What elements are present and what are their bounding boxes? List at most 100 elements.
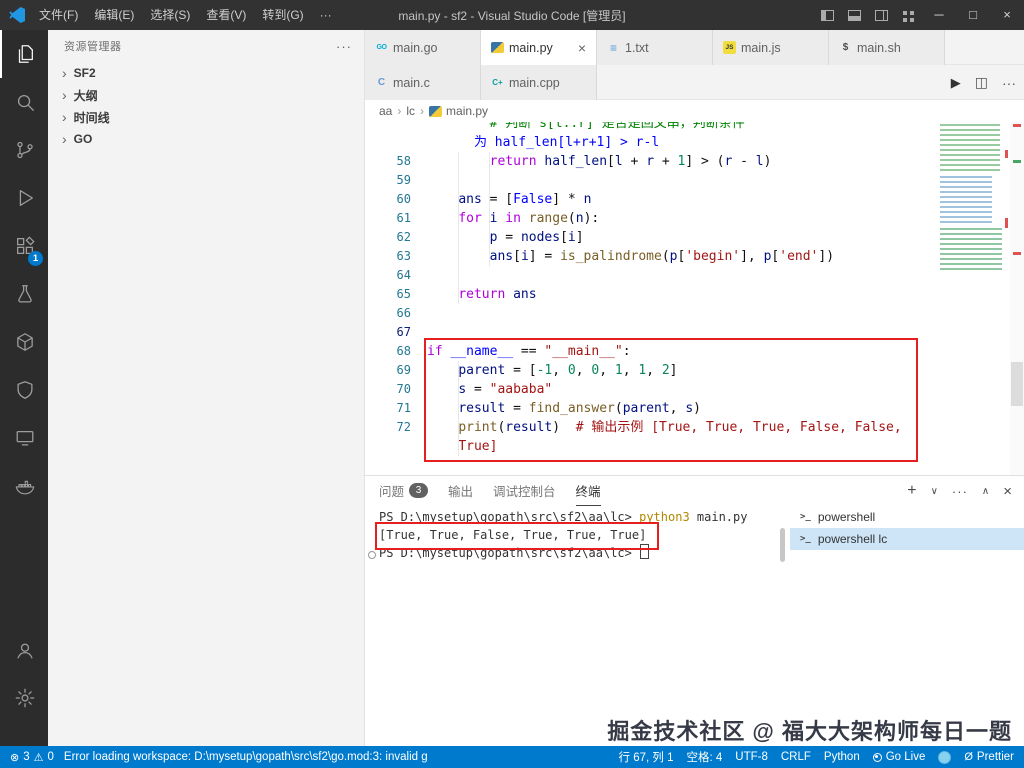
tab-main.go[interactable]: main.go: [365, 30, 481, 65]
sidebar-item-2[interactable]: › 时间线: [48, 106, 364, 128]
close-tab-icon[interactable]: ×: [578, 40, 586, 56]
breadcrumb-item-0[interactable]: aa: [379, 104, 392, 118]
remote-explorer-icon[interactable]: [0, 414, 48, 462]
sidebar-item-1[interactable]: › 大纲: [48, 84, 364, 106]
package-extension-icon[interactable]: [0, 318, 48, 366]
run-debug-icon[interactable]: [0, 174, 48, 222]
problems-status[interactable]: ⊗ 3 ⚠ 0: [10, 751, 54, 764]
maximize-panel-icon[interactable]: ∧: [982, 486, 989, 497]
menu-item-4[interactable]: 转到(G): [254, 0, 311, 30]
minimap-content: [940, 124, 1000, 174]
watermark-text: 掘金技术社区 @ 福大大架构师每日一题: [607, 719, 1012, 744]
title-bar: 文件(F) 编辑(E) 选择(S) 查看(V) 转到(G) ··· main.py - s…: [0, 0, 1024, 30]
status-go-extension[interactable]: [938, 750, 952, 764]
menu-item-1[interactable]: 编辑(E): [86, 0, 142, 30]
tab-main.cpp[interactable]: main.cpp: [481, 65, 597, 100]
panel-tab-0[interactable]: 问题 3: [379, 477, 429, 506]
tab-main.sh[interactable]: main.sh: [829, 30, 945, 65]
menu-item-0[interactable]: 文件(F): [31, 0, 86, 30]
close-panel-icon[interactable]: ×: [1003, 483, 1012, 500]
customize-layout-icon[interactable]: [902, 10, 915, 21]
toggle-panel-icon[interactable]: [848, 9, 861, 21]
menu-item-3[interactable]: 查看(V): [198, 0, 254, 30]
tab-main.py[interactable]: main.py ×: [481, 30, 597, 65]
menu-item-2[interactable]: 选择(S): [142, 0, 198, 30]
terminal-profile-dropdown-icon[interactable]: ∨: [931, 486, 938, 497]
minimap-content: [940, 228, 1002, 272]
terminal-scrollbar[interactable]: [780, 528, 785, 562]
activity-bar: 1: [0, 30, 48, 746]
terminal-list-item-0[interactable]: powershell: [790, 506, 1024, 528]
sidebar-item-3[interactable]: › GO: [48, 128, 364, 150]
minimap[interactable]: [938, 122, 1010, 475]
tab-1.txt[interactable]: 1.txt: [597, 30, 713, 65]
window-controls: ─ □ ×: [814, 0, 1024, 30]
scrollbar-thumb[interactable]: [1011, 362, 1023, 406]
editor-scrollbar[interactable]: [1010, 122, 1024, 475]
minimize-button[interactable]: ─: [922, 0, 956, 30]
sidebar-item-label: SF2: [73, 66, 96, 80]
breadcrumb-item-1[interactable]: lc: [406, 104, 415, 118]
shield-extension-icon[interactable]: [0, 366, 48, 414]
minimap-error-mark: [1005, 218, 1008, 228]
overview-error-mark: [1013, 252, 1021, 255]
minimap-error-mark: [1005, 150, 1008, 158]
status-language-mode[interactable]: Python: [824, 751, 860, 763]
run-python-file-button[interactable]: ▶: [951, 75, 961, 91]
terminal-list-item-1[interactable]: powershell lc: [790, 528, 1024, 550]
terminal-icon: [800, 534, 811, 544]
close-button[interactable]: ×: [990, 0, 1024, 30]
code-text: return half_len[l + r + 1] > (r - l): [489, 154, 772, 169]
tab-label: main.sh: [857, 40, 901, 55]
code-editor[interactable]: # 判断 s[l..r] 是否是回文串，判断条件 为 half_len[l+r+…: [365, 122, 1010, 475]
sidebar-item-0[interactable]: › SF2: [48, 62, 364, 84]
toggle-sidebar-icon[interactable]: [821, 9, 834, 21]
terminal-list-label: powershell lc: [817, 532, 888, 546]
line-number: [365, 133, 427, 152]
vscode-logo-icon[interactable]: [9, 7, 25, 23]
panel-tab-1[interactable]: 输出: [448, 477, 473, 506]
code-line: 72 print(result) # 输出示例 [True, True, Tru…: [365, 418, 1010, 437]
line-number: 71: [396, 401, 411, 415]
status-encoding[interactable]: UTF-8: [735, 751, 768, 763]
workspace-error-message[interactable]: Error loading workspace: D:\mysetup\gopa…: [64, 751, 428, 763]
panel-tab-2[interactable]: 调试控制台: [493, 477, 556, 506]
toggle-secondary-sidebar-icon[interactable]: [875, 9, 888, 21]
status-prettier[interactable]: Prettier: [964, 751, 1014, 763]
python-file-icon: [429, 105, 443, 117]
status-cursor-position[interactable]: 行 67, 列 1: [619, 749, 674, 765]
python-file-icon: [491, 42, 504, 53]
account-icon[interactable]: [0, 626, 48, 674]
explorer-icon[interactable]: [0, 30, 48, 78]
panel-more-actions-icon[interactable]: ···: [952, 484, 968, 499]
maximize-button[interactable]: □: [956, 0, 990, 30]
terminal-output[interactable]: PS D:\mysetup\gopath\src\sf2\aa\lc> pyth…: [379, 508, 774, 562]
settings-gear-icon[interactable]: [0, 674, 48, 722]
tab-main.c[interactable]: main.c: [365, 65, 481, 100]
split-editor-icon[interactable]: ◫: [975, 74, 988, 91]
status-indentation[interactable]: 空格: 4: [686, 749, 722, 765]
code-line: 58 return half_len[l + r + 1] > (r - l): [365, 152, 1010, 171]
explorer-more-actions-icon[interactable]: ···: [336, 39, 352, 54]
code-text: # 判断 s[l..r] 是否是回文串，判断条件: [427, 122, 745, 131]
menu-item-5[interactable]: ···: [312, 0, 340, 30]
status-eol[interactable]: CRLF: [781, 751, 811, 763]
line-number: 63: [396, 249, 411, 263]
panel-tab-3[interactable]: 终端: [575, 477, 601, 506]
code-text: for i in range(n):: [458, 211, 600, 226]
testing-icon[interactable]: [0, 270, 48, 318]
line-number: 62: [396, 230, 411, 244]
tab-main.js[interactable]: main.js: [713, 30, 829, 65]
error-icon: ⊗: [10, 751, 20, 764]
indent-guide: [489, 152, 490, 266]
extensions-icon[interactable]: 1: [0, 222, 48, 270]
status-go-live[interactable]: Go Live: [872, 751, 925, 763]
docker-icon[interactable]: [0, 462, 48, 510]
editor-more-actions-icon[interactable]: ···: [1002, 75, 1016, 91]
tab-row-2: main.c main.cpp: [365, 65, 1024, 100]
search-icon[interactable]: [0, 78, 48, 126]
code-text: ans = [False] * n: [458, 192, 592, 207]
new-terminal-icon[interactable]: +: [907, 482, 916, 500]
breadcrumb-item-2[interactable]: main.py: [446, 104, 488, 118]
source-control-icon[interactable]: [0, 126, 48, 174]
